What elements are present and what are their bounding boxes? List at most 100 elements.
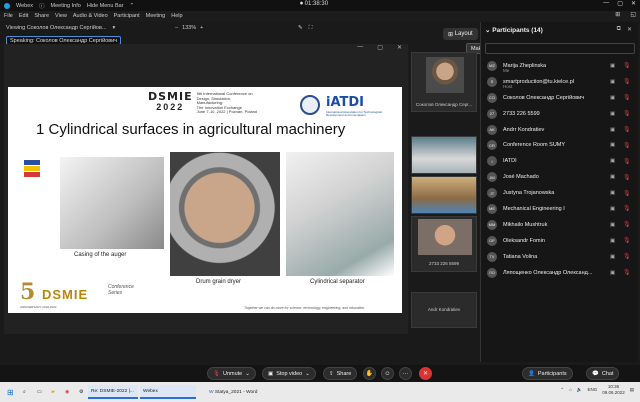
participant-row[interactable]: I IATDI ▣ 🎙 [481,153,639,169]
caption-icon[interactable]: ◱ [630,11,636,18]
chevron-down-icon[interactable]: ⌄ [305,371,310,377]
participant-name: Oleksandr Fomin [503,237,545,244]
zoom-level[interactable]: 133% [182,25,196,31]
participant-row[interactable]: MM Mikhailo Mushtruk ▣ 🎙 [481,217,639,233]
volume-icon[interactable]: 🔈 [577,387,583,393]
panel-close-button[interactable]: ✕ [627,26,632,33]
raise-hand-button[interactable]: ✋ [363,367,376,380]
menu-file[interactable]: File [4,13,13,19]
mic-muted-icon[interactable]: 🎙 [623,190,631,197]
hide-menu-chevron-icon[interactable]: ⌃ [130,3,135,9]
participant-row[interactable]: JM José Machado ▣ 🎙 [481,169,639,185]
video-thumbnail[interactable] [411,176,477,214]
smiley-icon: ☺ [384,370,391,377]
hide-menu-bar-button[interactable]: Hide Menu Bar [87,3,124,9]
participant-row[interactable]: ME Mechanical Engineering I ▣ 🎙 [481,201,639,217]
participant-name: smartproduction@tu.kielce.pl [503,78,575,85]
close-button[interactable]: ✕ [631,0,636,7]
zoom-out-button[interactable]: – [175,25,178,31]
layout-grid-icon[interactable]: ⊞ [615,11,620,18]
share-minimize-icon[interactable]: — [357,44,363,51]
mic-muted-icon[interactable]: 🎙 [623,62,631,69]
viewing-dropdown-icon[interactable]: ▾ [112,25,115,31]
task-view-icon[interactable]: ▭ [34,385,45,399]
share-close-icon[interactable]: ✕ [397,44,402,51]
stop-video-label: Stop video [276,370,303,377]
menu-audio-video[interactable]: Audio & Video [73,13,108,19]
menu-edit[interactable]: Edit [19,13,28,19]
annotate-icon[interactable]: ✎ [298,25,303,32]
menu-share[interactable]: Share [34,13,49,19]
mic-muted-icon[interactable]: 🎙 [623,269,631,276]
participant-row[interactable]: СО Соколов Олександр Сергійович ▣ 🎙 [481,90,639,106]
menu-help[interactable]: Help [171,13,182,19]
network-icon[interactable]: ⌂ [569,387,572,392]
meeting-info-button[interactable]: Meeting Info [51,3,81,9]
video-thumbnail[interactable]: 2733 226 5599 [411,216,477,272]
end-call-button[interactable]: ✕ [419,367,432,380]
tray-expand-icon[interactable]: ⌃ [560,387,564,393]
caption-separator: Cylindrical separator [310,279,365,285]
fullscreen-icon[interactable]: ⛶ [309,25,313,32]
participant-name: Tatiana Volina [503,253,538,260]
participant-row[interactable]: MZ Marija Zheplinska Me ▣ 🎙 [481,58,639,74]
input-language[interactable]: ENG [587,387,597,392]
mic-muted-icon[interactable]: 🎙 [623,253,631,260]
reactions-button[interactable]: ☺ [381,367,394,380]
taskbar-item-dsmie[interactable]: Re: DSMIE-2022 |... [88,385,138,399]
mic-muted-icon[interactable]: 🎙 [623,110,631,117]
windows-start-icon[interactable]: ⊞ [4,385,17,399]
participants-button[interactable]: 👤 Participants [522,367,573,380]
settings-icon[interactable]: ⚙ [76,385,86,399]
more-options-button[interactable]: ··· [399,367,412,380]
participant-row[interactable]: CR Conference Room SUMY ▣ 🎙 [481,137,639,153]
search-icon[interactable]: ⌕ [20,385,29,399]
layout-button[interactable]: ⊞ Layout [443,28,478,40]
clock[interactable]: 10:36 09.06.2022 [602,384,625,395]
video-thumbnail[interactable] [411,136,477,174]
mic-muted-icon[interactable]: 🎙 [623,237,631,244]
chevron-down-icon[interactable]: ⌄ [245,371,250,377]
minimize-button[interactable]: — [603,0,609,7]
participant-row[interactable]: Ssmartproduction@tu.kielce.pl Host ▣ 🎙 [481,74,639,90]
popout-button[interactable]: ⧉ [617,26,621,33]
participant-row[interactable]: ЛО Ляпощенко Олександр Олександ... ▣ 🎙 [481,265,639,281]
mic-muted-icon[interactable]: 🎙 [623,94,631,101]
unmute-button[interactable]: 🎙 Unmute ⌄ [207,367,256,380]
zoom-in-button[interactable]: + [200,25,203,31]
meeting-info-icon[interactable]: ⓘ [39,2,45,10]
menu-view[interactable]: View [55,13,67,19]
participant-row[interactable]: OF Oleksandr Fomin ▣ 🎙 [481,233,639,249]
mic-muted-icon[interactable]: 🎙 [623,158,631,165]
mic-muted-icon[interactable]: 🎙 [623,78,631,85]
restore-button[interactable]: ▢ [617,0,623,7]
participant-search-input[interactable] [485,43,635,54]
taskbar-item-word[interactable]: W Statya_2021 - Word [206,385,266,399]
stop-video-button[interactable]: ▣ Stop video ⌄ [262,367,316,380]
participant-row[interactable]: AK Andrr Kondratiev ▣ 🎙 [481,122,639,138]
video-status-icon: ▣ [610,142,616,149]
chrome-icon[interactable]: ◉ [62,385,72,399]
share-button[interactable]: ⇪ Share [323,367,358,380]
avatar: 27 [487,108,497,119]
mic-muted-icon[interactable]: 🎙 [623,174,631,181]
participant-row[interactable]: 27 2733 226 5599 ▣ 🎙 [481,106,639,122]
taskbar-item-webex[interactable]: Webex [140,385,196,399]
mic-muted-icon[interactable]: 🎙 [623,142,631,149]
menu-meeting[interactable]: Meeting [146,13,166,19]
video-thumbnail[interactable]: Andr Kondratiev [411,292,477,328]
participant-row[interactable]: JT Justyna Trojanowska ▣ 🎙 [481,185,639,201]
share-restore-icon[interactable]: ▢ [377,44,383,51]
notification-icon[interactable]: ▤ [630,387,634,393]
participant-row[interactable]: TV Tatiana Volina ▣ 🎙 [481,249,639,265]
chat-button[interactable]: 💬 Chat [586,367,620,380]
series-line: Series [108,289,123,296]
file-explorer-icon[interactable]: ▰ [48,385,58,399]
mic-muted-icon[interactable]: 🎙 [623,205,631,212]
menu-participant[interactable]: Participant [114,13,140,19]
participant-name: Соколов Олександр Сергійович [503,94,585,101]
video-thumbnail[interactable]: Соколов Олександр Серг... [411,52,477,112]
mic-muted-icon[interactable]: 🎙 [623,221,631,228]
viewing-label[interactable]: Viewing Соколов Олександр Сергійов... [6,25,106,31]
mic-muted-icon[interactable]: 🎙 [623,126,631,133]
